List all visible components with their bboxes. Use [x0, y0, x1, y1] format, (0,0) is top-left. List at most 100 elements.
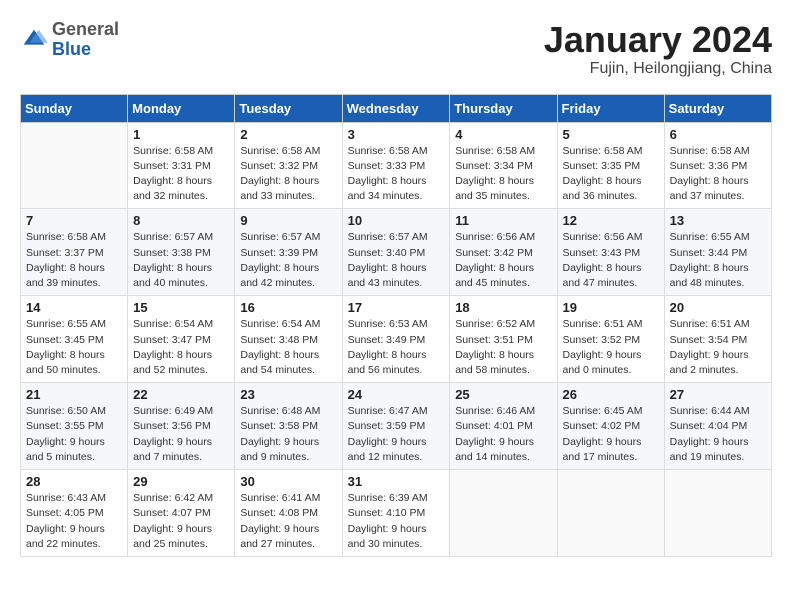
calendar-cell: 3 Sunrise: 6:58 AMSunset: 3:33 PMDaylight… — [342, 122, 450, 209]
calendar-cell: 16 Sunrise: 6:54 AMSunset: 3:48 PMDayligh… — [235, 296, 342, 383]
month-title: January 2024 — [544, 20, 772, 60]
calendar-cell: 30 Sunrise: 6:41 AMSunset: 4:08 PMDayligh… — [235, 470, 342, 557]
calendar-cell: 31Sunrise: 6:39 AMSunset: 4:10 PMDayligh… — [342, 470, 450, 557]
day-number: 28 — [26, 474, 122, 489]
day-number: 23 — [240, 387, 336, 402]
day-number: 17 — [348, 300, 445, 315]
calendar-cell: 5 Sunrise: 6:58 AMSunset: 3:35 PMDaylight… — [557, 122, 664, 209]
weekday-header-sunday: Sunday — [21, 94, 128, 122]
weekday-header-tuesday: Tuesday — [235, 94, 342, 122]
day-number: 7 — [26, 213, 122, 228]
day-info: Sunrise: 6:48 AMSunset: 3:58 PMDaylight:… — [240, 404, 336, 465]
calendar-week-row: 21 Sunrise: 6:50 AMSunset: 3:55 PMDayligh… — [21, 383, 772, 470]
calendar-cell: 18Sunrise: 6:52 AMSunset: 3:51 PMDayligh… — [450, 296, 557, 383]
day-info: Sunrise: 6:55 AMSunset: 3:45 PMDaylight:… — [26, 317, 122, 378]
calendar-cell: 8 Sunrise: 6:57 AMSunset: 3:38 PMDaylight… — [128, 209, 235, 296]
calendar-cell: 27 Sunrise: 6:44 AMSunset: 4:04 PMDayligh… — [664, 383, 771, 470]
calendar-cell — [450, 470, 557, 557]
calendar-cell: 26Sunrise: 6:45 AMSunset: 4:02 PMDayligh… — [557, 383, 664, 470]
day-info: Sunrise: 6:43 AMSunset: 4:05 PMDaylight:… — [26, 491, 122, 552]
day-info: Sunrise: 6:58 AMSunset: 3:36 PMDaylight:… — [670, 144, 766, 205]
page-header: General Blue January 2024 Fujin, Heilong… — [20, 20, 772, 78]
calendar-week-row: 7Sunrise: 6:58 AMSunset: 3:37 PMDaylight… — [21, 209, 772, 296]
calendar-cell — [21, 122, 128, 209]
day-info: Sunrise: 6:55 AMSunset: 3:44 PMDaylight:… — [670, 230, 766, 291]
day-number: 20 — [670, 300, 766, 315]
calendar-cell: 15Sunrise: 6:54 AMSunset: 3:47 PMDayligh… — [128, 296, 235, 383]
calendar-week-row: 14 Sunrise: 6:55 AMSunset: 3:45 PMDayligh… — [21, 296, 772, 383]
day-number: 21 — [26, 387, 122, 402]
day-info: Sunrise: 6:58 AMSunset: 3:33 PMDaylight:… — [348, 144, 445, 205]
day-info: Sunrise: 6:47 AMSunset: 3:59 PMDaylight:… — [348, 404, 445, 465]
day-number: 2 — [240, 127, 336, 142]
day-number: 24 — [348, 387, 445, 402]
day-number: 31 — [348, 474, 445, 489]
day-info: Sunrise: 6:53 AMSunset: 3:49 PMDaylight:… — [348, 317, 445, 378]
day-number: 3 — [348, 127, 445, 142]
logo-icon — [20, 26, 48, 54]
day-info: Sunrise: 6:58 AMSunset: 3:31 PMDaylight:… — [133, 144, 229, 205]
day-number: 8 — [133, 213, 229, 228]
calendar-cell: 1Sunrise: 6:58 AMSunset: 3:31 PMDaylight… — [128, 122, 235, 209]
day-info: Sunrise: 6:49 AMSunset: 3:56 PMDaylight:… — [133, 404, 229, 465]
weekday-header-wednesday: Wednesday — [342, 94, 450, 122]
calendar-cell: 7Sunrise: 6:58 AMSunset: 3:37 PMDaylight… — [21, 209, 128, 296]
calendar-cell: 12 Sunrise: 6:56 AMSunset: 3:43 PMDayligh… — [557, 209, 664, 296]
day-number: 6 — [670, 127, 766, 142]
day-info: Sunrise: 6:58 AMSunset: 3:35 PMDaylight:… — [563, 144, 659, 205]
calendar-cell: 20Sunrise: 6:51 AMSunset: 3:54 PMDayligh… — [664, 296, 771, 383]
logo: General Blue — [20, 20, 119, 60]
calendar-week-row: 28 Sunrise: 6:43 AMSunset: 4:05 PMDayligh… — [21, 470, 772, 557]
day-info: Sunrise: 6:41 AMSunset: 4:08 PMDaylight:… — [240, 491, 336, 552]
calendar-cell: 28 Sunrise: 6:43 AMSunset: 4:05 PMDayligh… — [21, 470, 128, 557]
weekday-header-thursday: Thursday — [450, 94, 557, 122]
calendar-cell: 24 Sunrise: 6:47 AMSunset: 3:59 PMDayligh… — [342, 383, 450, 470]
day-info: Sunrise: 6:56 AMSunset: 3:42 PMDaylight:… — [455, 230, 551, 291]
day-number: 16 — [240, 300, 336, 315]
day-info: Sunrise: 6:42 AMSunset: 4:07 PMDaylight:… — [133, 491, 229, 552]
day-number: 18 — [455, 300, 551, 315]
calendar-cell: 11 Sunrise: 6:56 AMSunset: 3:42 PMDayligh… — [450, 209, 557, 296]
day-info: Sunrise: 6:44 AMSunset: 4:04 PMDaylight:… — [670, 404, 766, 465]
day-info: Sunrise: 6:58 AMSunset: 3:34 PMDaylight:… — [455, 144, 551, 205]
day-number: 25 — [455, 387, 551, 402]
weekday-header-saturday: Saturday — [664, 94, 771, 122]
day-number: 29 — [133, 474, 229, 489]
calendar-cell: 4Sunrise: 6:58 AMSunset: 3:34 PMDaylight… — [450, 122, 557, 209]
day-number: 19 — [563, 300, 659, 315]
calendar-cell — [664, 470, 771, 557]
day-info: Sunrise: 6:54 AMSunset: 3:47 PMDaylight:… — [133, 317, 229, 378]
calendar-week-row: 1Sunrise: 6:58 AMSunset: 3:31 PMDaylight… — [21, 122, 772, 209]
day-info: Sunrise: 6:54 AMSunset: 3:48 PMDaylight:… — [240, 317, 336, 378]
day-number: 30 — [240, 474, 336, 489]
calendar-cell: 13 Sunrise: 6:55 AMSunset: 3:44 PMDayligh… — [664, 209, 771, 296]
day-info: Sunrise: 6:46 AMSunset: 4:01 PMDaylight:… — [455, 404, 551, 465]
day-number: 12 — [563, 213, 659, 228]
calendar-cell: 14 Sunrise: 6:55 AMSunset: 3:45 PMDayligh… — [21, 296, 128, 383]
calendar-cell: 6 Sunrise: 6:58 AMSunset: 3:36 PMDaylight… — [664, 122, 771, 209]
weekday-header-monday: Monday — [128, 94, 235, 122]
day-number: 11 — [455, 213, 551, 228]
day-number: 13 — [670, 213, 766, 228]
calendar-cell: 23 Sunrise: 6:48 AMSunset: 3:58 PMDayligh… — [235, 383, 342, 470]
calendar-cell: 22 Sunrise: 6:49 AMSunset: 3:56 PMDayligh… — [128, 383, 235, 470]
calendar-cell: 19 Sunrise: 6:51 AMSunset: 3:52 PMDayligh… — [557, 296, 664, 383]
calendar-cell: 9Sunrise: 6:57 AMSunset: 3:39 PMDaylight… — [235, 209, 342, 296]
day-number: 14 — [26, 300, 122, 315]
day-info: Sunrise: 6:50 AMSunset: 3:55 PMDaylight:… — [26, 404, 122, 465]
calendar-cell: 25 Sunrise: 6:46 AMSunset: 4:01 PMDayligh… — [450, 383, 557, 470]
day-info: Sunrise: 6:57 AMSunset: 3:38 PMDaylight:… — [133, 230, 229, 291]
logo-blue-text: Blue — [52, 39, 91, 59]
day-info: Sunrise: 6:58 AMSunset: 3:32 PMDaylight:… — [240, 144, 336, 205]
day-number: 27 — [670, 387, 766, 402]
calendar-cell: 17 Sunrise: 6:53 AMSunset: 3:49 PMDayligh… — [342, 296, 450, 383]
calendar-cell: 10Sunrise: 6:57 AMSunset: 3:40 PMDayligh… — [342, 209, 450, 296]
day-number: 5 — [563, 127, 659, 142]
location-title: Fujin, Heilongjiang, China — [544, 60, 772, 78]
title-section: January 2024 Fujin, Heilongjiang, China — [544, 20, 772, 78]
day-info: Sunrise: 6:56 AMSunset: 3:43 PMDaylight:… — [563, 230, 659, 291]
calendar-cell — [557, 470, 664, 557]
day-info: Sunrise: 6:51 AMSunset: 3:52 PMDaylight:… — [563, 317, 659, 378]
logo-general-text: General — [52, 19, 119, 39]
day-number: 22 — [133, 387, 229, 402]
